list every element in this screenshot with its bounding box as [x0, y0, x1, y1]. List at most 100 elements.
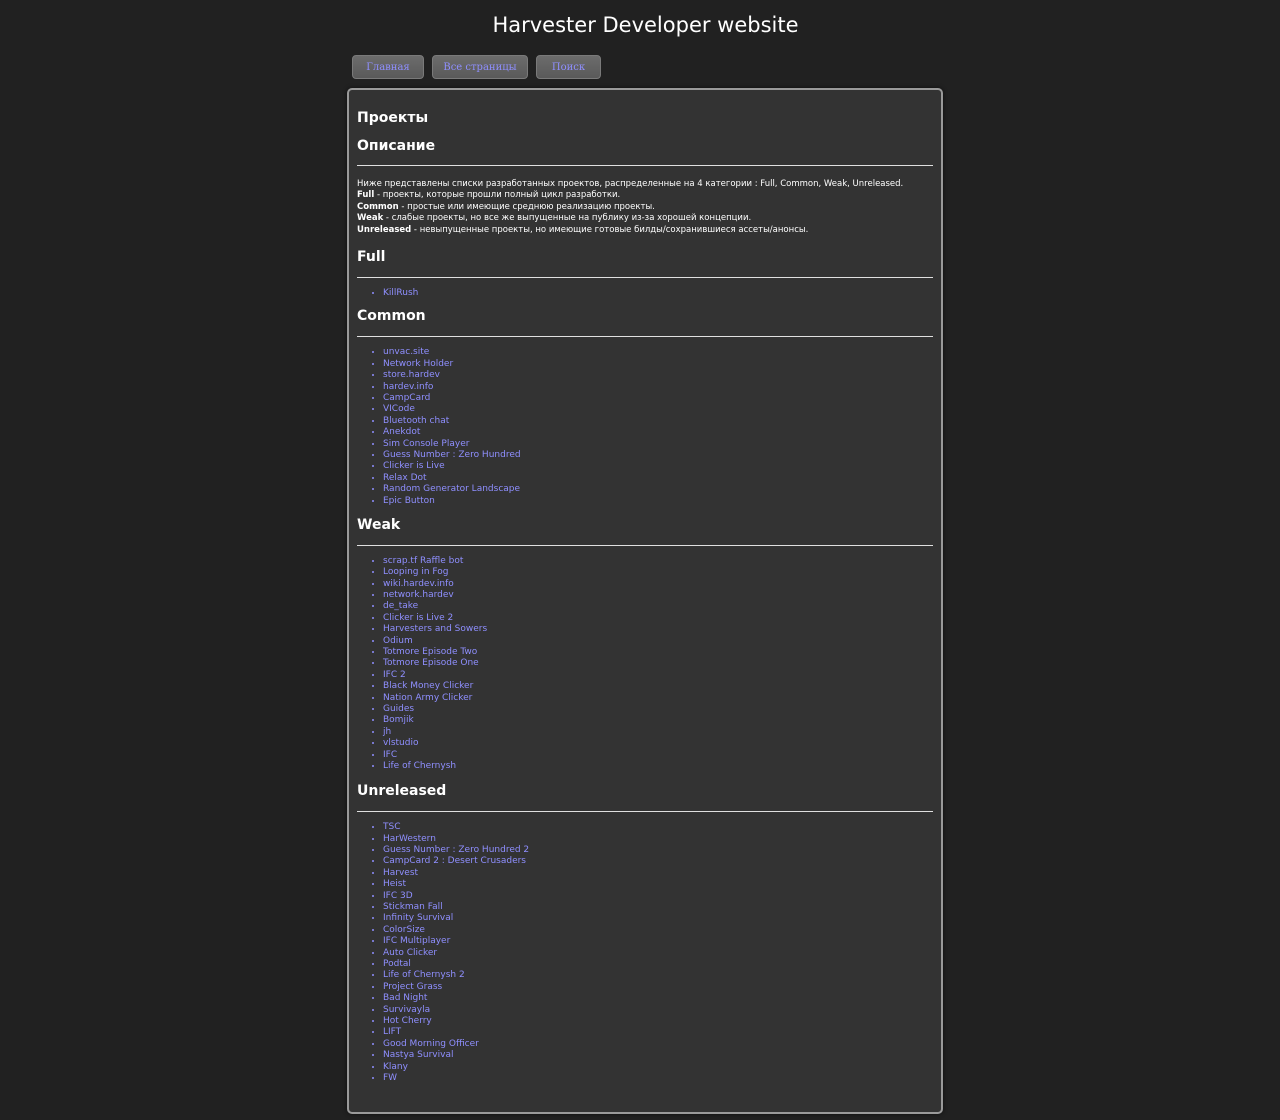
list-item: Totmore Episode One	[383, 658, 933, 669]
project-link[interactable]: Clicker is Live	[383, 461, 445, 471]
project-link[interactable]: Totmore Episode One	[383, 658, 479, 668]
full-project-list: KillRush	[357, 288, 933, 299]
list-item: Network Holder	[383, 359, 933, 370]
list-item: Sim Console Player	[383, 439, 933, 450]
list-item: Random Generator Landscape	[383, 484, 933, 495]
nav-all-pages-button[interactable]: Все страницы	[432, 55, 528, 79]
project-link[interactable]: VICode	[383, 404, 415, 414]
project-link[interactable]: store.hardev	[383, 370, 440, 380]
project-link[interactable]: IFC 3D	[383, 891, 413, 901]
nav-home-button[interactable]: Главная	[352, 55, 424, 79]
list-item: CampCard	[383, 393, 933, 404]
project-link[interactable]: scrap.tf Raffle bot	[383, 556, 463, 566]
project-link[interactable]: TSC	[383, 822, 401, 832]
description-common-line: Common - простые или имеющие среднюю реа…	[357, 202, 933, 213]
project-link[interactable]: Good Morning Officer	[383, 1039, 479, 1049]
list-item: Project Grass	[383, 982, 933, 993]
list-item: FW	[383, 1073, 933, 1084]
list-item: Clicker is Live 2	[383, 613, 933, 624]
list-item: Guess Number : Zero Hundred	[383, 450, 933, 461]
project-link[interactable]: ColorSize	[383, 925, 425, 935]
project-link[interactable]: Guides	[383, 704, 414, 714]
project-link[interactable]: Odium	[383, 636, 413, 646]
unreleased-definition: - невыпущенные проекты, но имеющие готов…	[411, 224, 809, 235]
project-link[interactable]: Black Money Clicker	[383, 681, 473, 691]
list-item: hardev.info	[383, 382, 933, 393]
project-link[interactable]: Network Holder	[383, 359, 453, 369]
project-link[interactable]: Guess Number : Zero Hundred	[383, 450, 521, 460]
project-link[interactable]: Clicker is Live 2	[383, 613, 453, 623]
list-item: jh	[383, 727, 933, 738]
description-heading: Описание	[357, 138, 436, 154]
unreleased-heading: Unreleased	[357, 783, 447, 800]
unreleased-project-list: TSC HarWesternGuess Number : Zero Hundred…	[357, 822, 933, 1084]
full-definition: - проекты, которые прошли полный цикл ра…	[374, 190, 621, 201]
list-item: CampCard 2 : Desert Crusaders	[383, 856, 933, 867]
project-link[interactable]: Stickman Fall	[383, 902, 443, 912]
full-heading: Full	[357, 249, 386, 266]
list-item: Epic Button	[383, 496, 933, 507]
list-item: Looping in Fog	[383, 567, 933, 578]
project-link[interactable]: Hot Cherry	[383, 1016, 432, 1026]
project-link[interactable]: Life of Chernysh 2	[383, 970, 465, 980]
project-link[interactable]: LIFT	[383, 1027, 401, 1037]
project-link[interactable]: Harvesters and Sowers	[383, 624, 487, 634]
list-item: Good Morning Officer	[383, 1039, 933, 1050]
list-item: Guess Number : Zero Hundred 2	[383, 845, 933, 856]
project-link[interactable]: Relax Dot	[383, 473, 427, 483]
list-item: Nation Army Clicker	[383, 693, 933, 704]
nav-search-button[interactable]: Поиск	[536, 55, 601, 79]
project-link[interactable]: KillRush	[383, 288, 418, 298]
project-link[interactable]: vlstudio	[383, 738, 418, 748]
list-item: IFC 2	[383, 670, 933, 681]
project-link[interactable]: Totmore Episode Two	[383, 647, 477, 657]
project-link[interactable]: Harvest	[383, 868, 418, 878]
common-heading: Common	[357, 308, 426, 325]
project-link[interactable]: hardev.info	[383, 382, 433, 392]
project-link[interactable]: Infinity Survival	[383, 913, 453, 923]
project-link[interactable]: Looping in Fog	[383, 567, 449, 577]
common-term: Common	[357, 201, 399, 212]
project-link[interactable]: network.hardev	[383, 590, 454, 600]
list-item: Life of Chernysh	[383, 761, 933, 772]
project-link[interactable]: Guess Number : Zero Hundred 2	[383, 845, 529, 855]
project-link[interactable]: Nastya Survival	[383, 1050, 453, 1060]
project-link[interactable]: de_take	[383, 601, 418, 611]
list-item: KillRush	[383, 288, 933, 299]
project-link[interactable]: Heist	[383, 879, 406, 889]
project-link[interactable]: HarWestern	[383, 834, 436, 844]
project-link[interactable]: CampCard	[383, 393, 430, 403]
list-item: Clicker is Live	[383, 461, 933, 472]
project-link[interactable]: Sim Console Player	[383, 439, 469, 449]
project-link[interactable]: Klany	[383, 1062, 408, 1072]
project-link[interactable]: unvac.site	[383, 347, 429, 357]
project-link[interactable]: Random Generator Landscape	[383, 484, 520, 494]
project-link[interactable]: Epic Button	[383, 496, 435, 506]
list-item: ColorSize	[383, 925, 933, 936]
project-link[interactable]: Bomjik	[383, 715, 414, 725]
project-link[interactable]: Survivayla	[383, 1005, 430, 1015]
project-link[interactable]: IFC	[383, 750, 397, 760]
project-link[interactable]: wiki.hardev.info	[383, 579, 454, 589]
project-link[interactable]: Nation Army Clicker	[383, 693, 472, 703]
site-title: Harvester Developer website	[492, 13, 799, 37]
description-weak-line: Weak - слабые проекты, но все же выпущен…	[357, 213, 933, 224]
project-link[interactable]: CampCard 2 : Desert Crusaders	[383, 856, 526, 866]
project-link[interactable]: jh	[383, 727, 391, 737]
project-link[interactable]: Life of Chernysh	[383, 761, 456, 771]
project-link[interactable]: IFC 2	[383, 670, 406, 680]
list-item: Podtal	[383, 959, 933, 970]
project-link[interactable]: IFC Multiplayer	[383, 936, 450, 946]
project-link[interactable]: Podtal	[383, 959, 411, 969]
project-link[interactable]: Bad Night	[383, 993, 427, 1003]
weak-term: Weak	[357, 213, 384, 224]
project-link[interactable]: Bluetooth chat	[383, 416, 449, 426]
project-link[interactable]: Project Grass	[383, 982, 442, 992]
project-link[interactable]: FW	[383, 1073, 397, 1083]
project-link[interactable]: Auto Clicker	[383, 948, 437, 958]
description-intro: Ниже представлены списки разработанных п…	[357, 179, 904, 189]
list-item: Stickman Fall	[383, 902, 933, 913]
project-link[interactable]: Anekdot	[383, 427, 420, 437]
list-item: Odium	[383, 636, 933, 647]
section-divider	[357, 544, 933, 546]
